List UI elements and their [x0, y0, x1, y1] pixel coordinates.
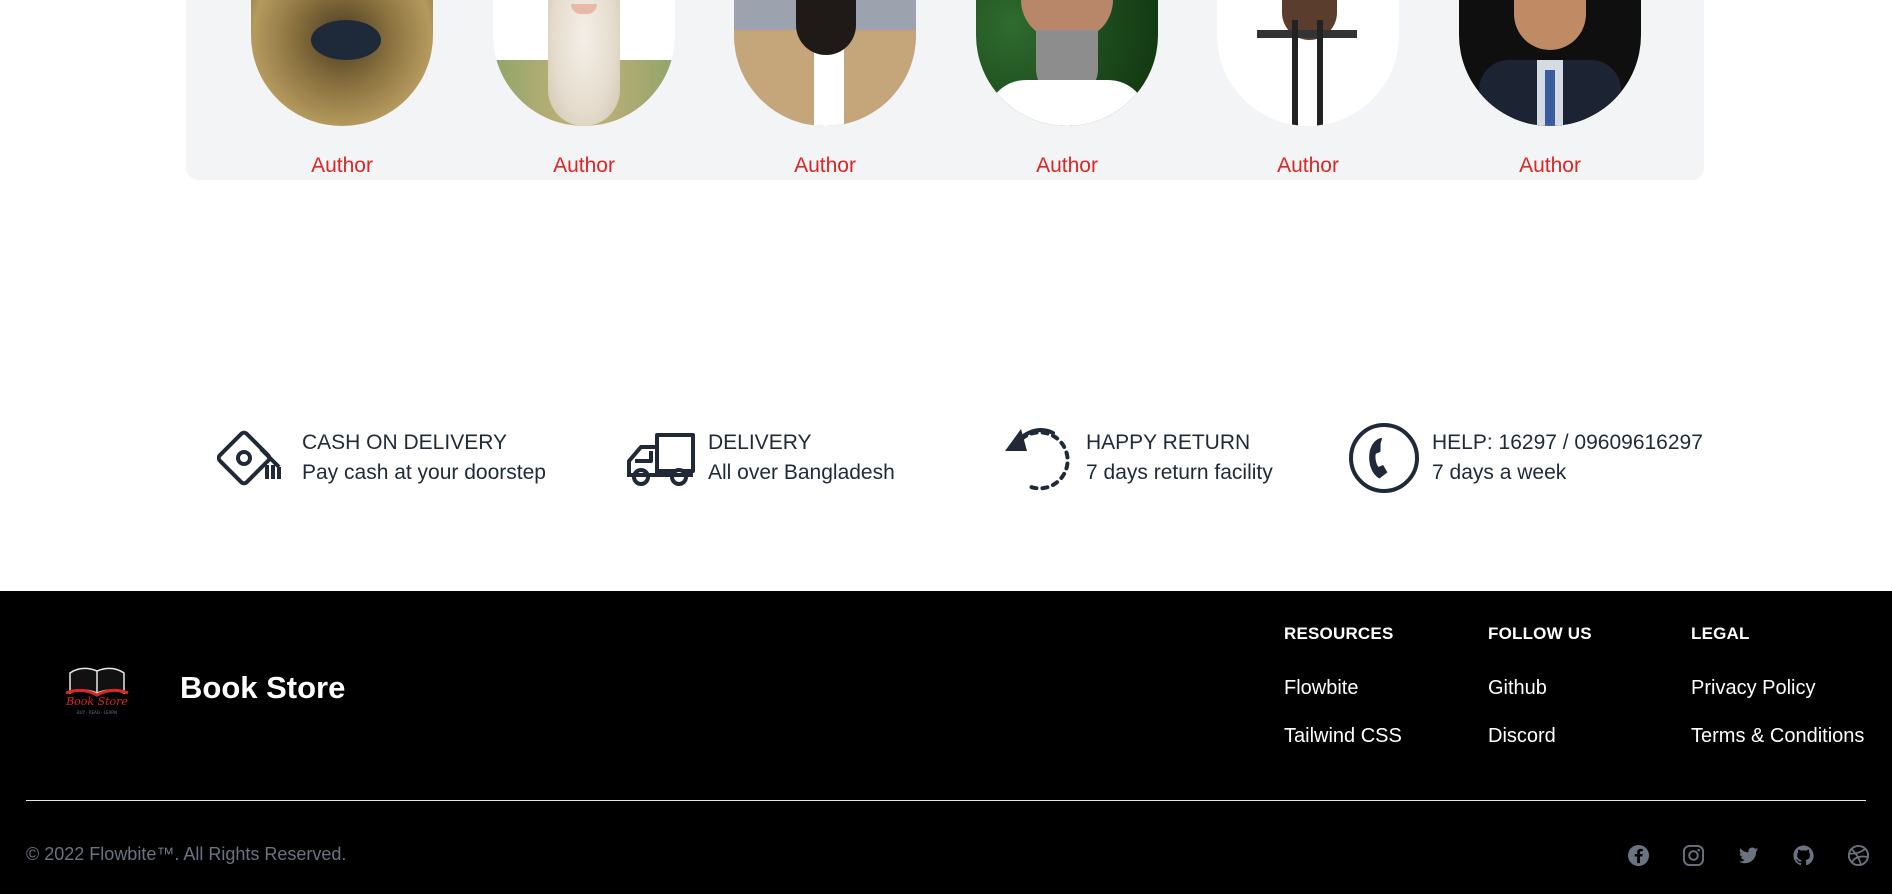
author-card[interactable]: Author	[976, 0, 1158, 178]
return-icon	[1000, 420, 1076, 496]
author-name[interactable]: Author	[1459, 154, 1641, 178]
footer-link-tailwind[interactable]: Tailwind CSS	[1284, 725, 1402, 748]
footer-heading: RESOURCES	[1284, 624, 1394, 643]
footer-link-privacy[interactable]: Privacy Policy	[1691, 677, 1864, 700]
footer-column-legal: LEGAL Privacy Policy Terms & Conditions	[1691, 624, 1864, 773]
instagram-icon[interactable]	[1682, 844, 1705, 867]
author-name[interactable]: Author	[976, 154, 1158, 178]
feature-subtitle: 7 days a week	[1432, 461, 1567, 484]
truck-icon	[622, 420, 698, 496]
author-name[interactable]: Author	[493, 154, 675, 178]
author-card[interactable]: Author	[734, 0, 916, 178]
features-row: CASH ON DELIVERY Pay cash at your doorst…	[0, 420, 1892, 500]
svg-text:Book Store: Book Store	[65, 695, 128, 708]
github-icon[interactable]	[1792, 844, 1815, 867]
author-photo[interactable]	[1459, 0, 1641, 126]
social-links	[1627, 844, 1870, 867]
feature-cash-on-delivery: CASH ON DELIVERY Pay cash at your doorst…	[216, 420, 546, 496]
author-photo[interactable]	[976, 0, 1158, 126]
feature-title: DELIVERY	[708, 431, 812, 454]
feature-title: HELP: 16297 / 09609616297	[1432, 431, 1703, 454]
footer-heading: FOLLOW US	[1488, 624, 1592, 643]
author-card[interactable]: Author	[493, 0, 675, 178]
footer-link-discord[interactable]: Discord	[1488, 725, 1592, 748]
feature-happy-return: HAPPY RETURN 7 days return facility	[1000, 420, 1273, 496]
copyright-text: © 2022 Flowbite™. All Rights Reserved.	[26, 844, 347, 864]
book-logo-icon: Book Store BUY · READ · LEARN	[64, 659, 130, 717]
footer-link-flowbite[interactable]: Flowbite	[1284, 677, 1402, 700]
author-card[interactable]: Author	[1217, 0, 1399, 178]
author-photo[interactable]	[734, 0, 916, 126]
brand-link[interactable]: Book Store BUY · READ · LEARN Book Store	[64, 659, 345, 717]
phone-icon	[1346, 420, 1422, 496]
footer: Book Store BUY · READ · LEARN Book Store…	[0, 591, 1892, 894]
feature-title: HAPPY RETURN	[1086, 431, 1251, 454]
footer-link-terms[interactable]: Terms & Conditions	[1691, 725, 1864, 748]
footer-divider	[26, 800, 1866, 801]
cash-icon	[216, 420, 292, 496]
author-name[interactable]: Author	[1217, 154, 1399, 178]
author-name[interactable]: Author	[734, 154, 916, 178]
facebook-icon[interactable]	[1627, 844, 1650, 867]
feature-subtitle: 7 days return facility	[1086, 461, 1273, 484]
brand-name[interactable]: Book Store	[180, 670, 345, 706]
feature-help: HELP: 16297 / 09609616297 7 days a week	[1346, 420, 1703, 496]
feature-subtitle: All over Bangladesh	[708, 461, 895, 484]
author-name[interactable]: Author	[251, 154, 433, 178]
footer-column-follow-us: FOLLOW US Github Discord	[1488, 624, 1592, 773]
feature-title: CASH ON DELIVERY	[302, 431, 508, 454]
footer-link-github[interactable]: Github	[1488, 677, 1592, 700]
author-photo[interactable]	[493, 0, 675, 126]
feature-subtitle: Pay cash at your doorstep	[302, 461, 546, 484]
footer-heading: LEGAL	[1691, 624, 1750, 643]
twitter-icon[interactable]	[1737, 844, 1760, 867]
feature-delivery: DELIVERY All over Bangladesh	[622, 420, 895, 496]
author-card[interactable]: Author	[1459, 0, 1641, 178]
footer-column-resources: RESOURCES Flowbite Tailwind CSS	[1284, 624, 1402, 773]
author-photo[interactable]	[251, 0, 433, 126]
author-card[interactable]: Author	[251, 0, 433, 178]
svg-text:BUY · READ · LEARN: BUY · READ · LEARN	[77, 710, 117, 715]
dribbble-icon[interactable]	[1847, 844, 1870, 867]
author-photo[interactable]	[1217, 0, 1399, 126]
